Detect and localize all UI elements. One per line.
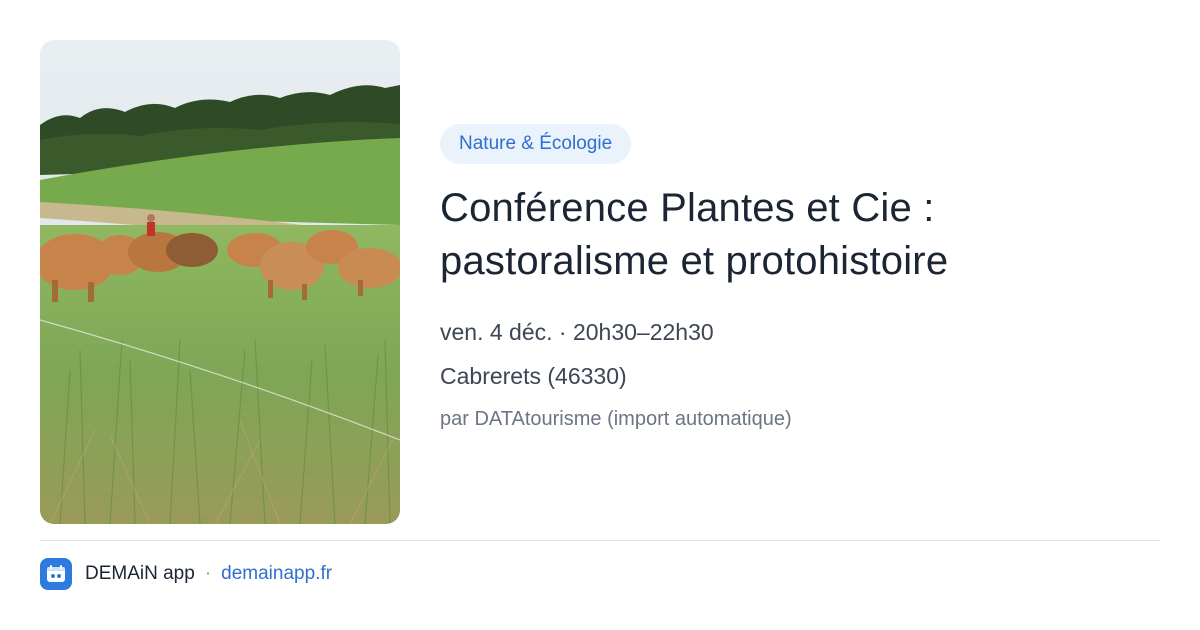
event-location: Cabrerets (46330): [440, 363, 627, 389]
footer-divider: [40, 540, 1160, 541]
event-datetime: ven. 4 déc. · 20h30–22h30: [440, 319, 714, 345]
event-source: par DATAtourisme (import automatique): [440, 408, 792, 430]
event-title-line-1: Conférence Plantes et Cie :: [440, 186, 935, 230]
site-link[interactable]: demainapp.fr: [221, 563, 332, 585]
event-meta: ven. 4 déc. · 20h30–22h30 Cabrerets (463…: [440, 310, 1160, 440]
footer: DEMAiN app · demainapp.fr: [40, 556, 332, 592]
demain-app-icon[interactable]: [40, 558, 72, 590]
footer-separator: ·: [204, 563, 212, 584]
event-title[interactable]: Conférence Plantes et Cie : pastoralisme…: [440, 182, 1160, 288]
event-title-line-2: pastoralisme et protohistoire: [440, 239, 949, 283]
category-badge[interactable]: Nature & Écologie: [440, 124, 632, 164]
app-name: DEMAiN app: [85, 563, 195, 584]
event-photo[interactable]: [40, 40, 400, 524]
event-info: Nature & Écologie Conférence Plantes et …: [440, 124, 1160, 440]
cattle-photo-icon: [40, 40, 400, 524]
